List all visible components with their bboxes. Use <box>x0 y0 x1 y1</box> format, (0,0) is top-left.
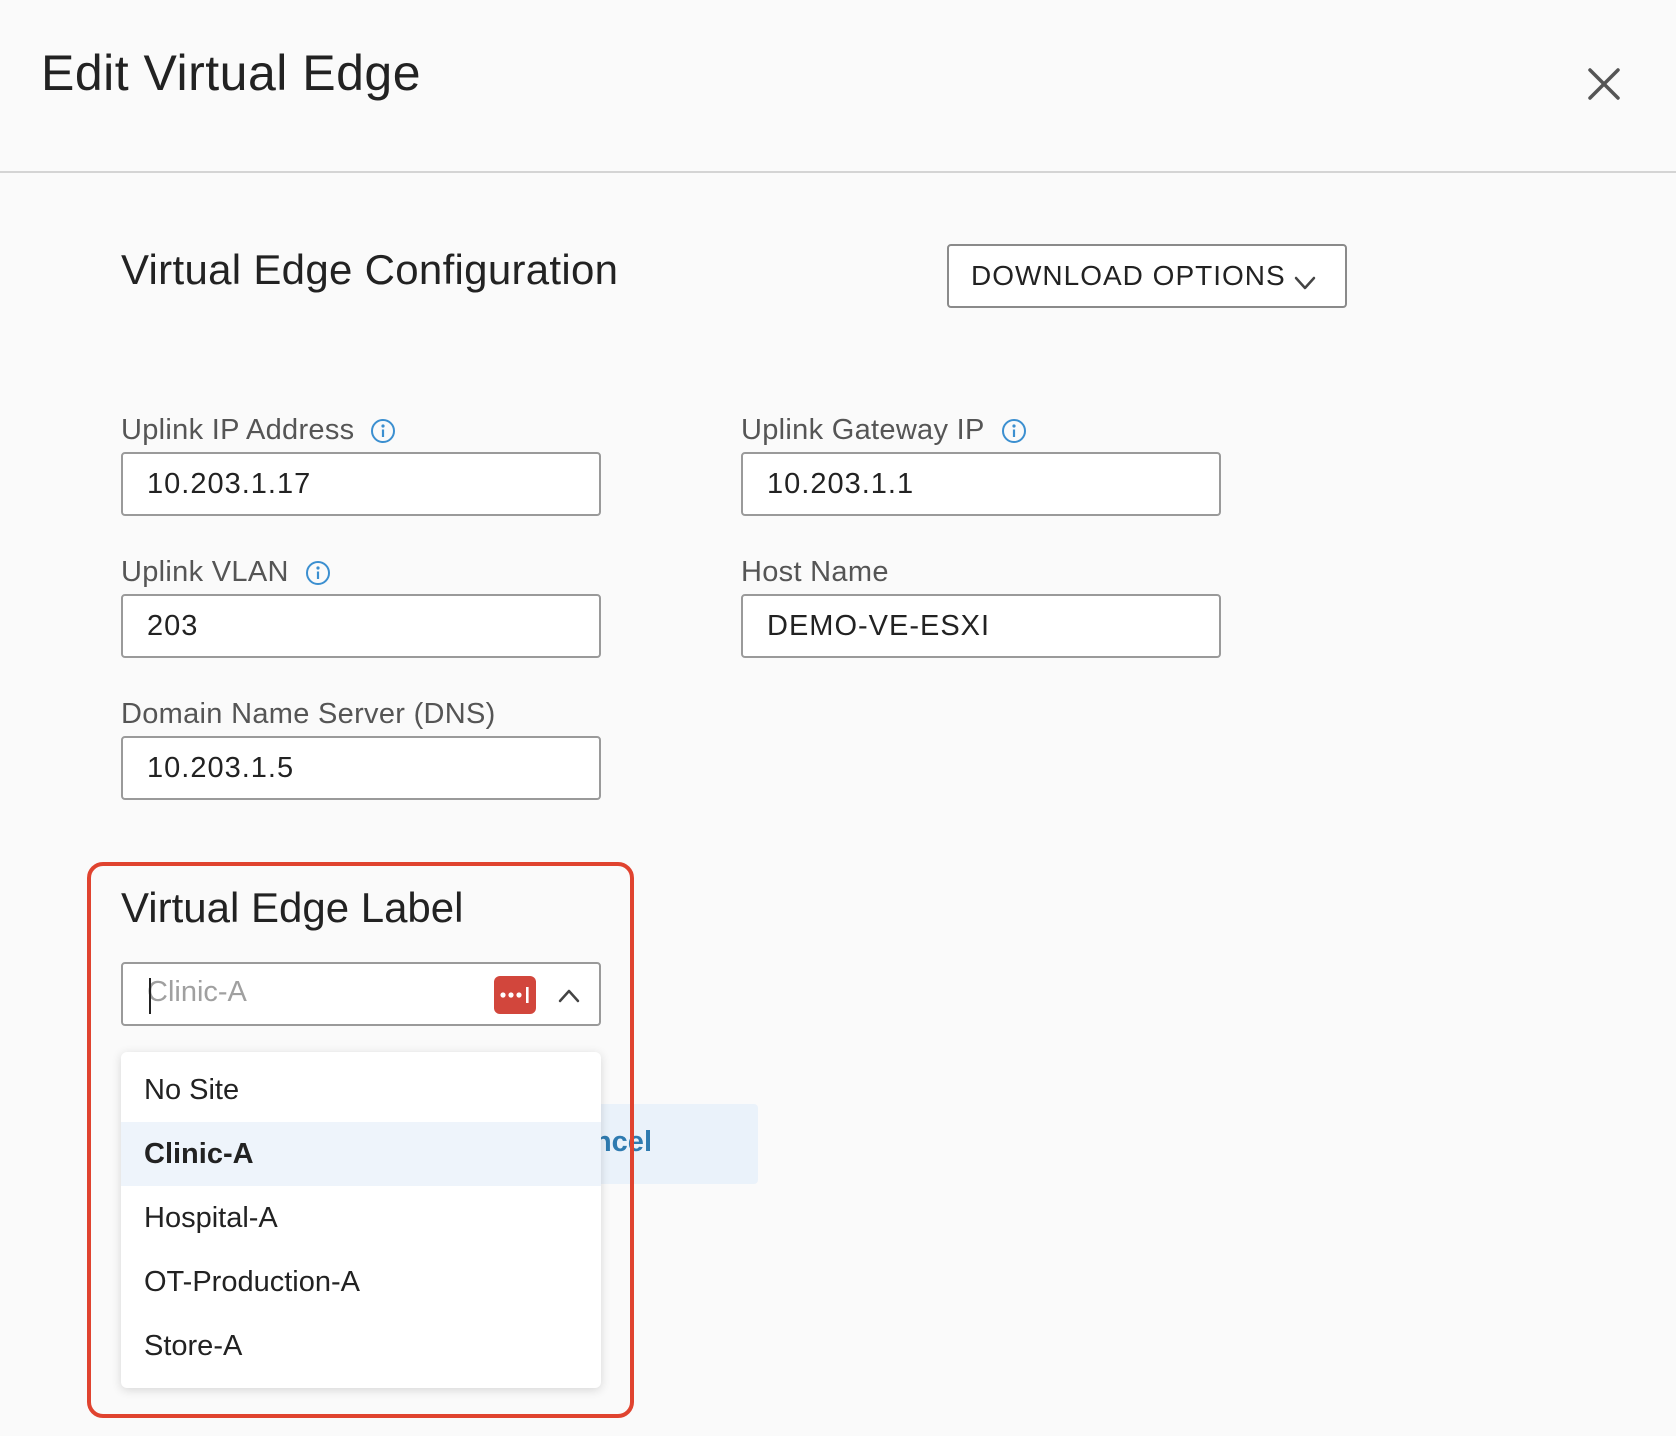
download-options-button[interactable]: DOWNLOAD OPTIONS <box>947 244 1347 308</box>
dropdown-option-ot-production-a[interactable]: OT-Production-A <box>121 1250 601 1314</box>
host-name-label: Host Name <box>741 556 889 589</box>
dns-input[interactable] <box>121 736 601 800</box>
label-select-placeholder: Clinic-A <box>147 976 247 1008</box>
modal-title: Edit Virtual Edge <box>41 45 422 101</box>
dropdown-option-hospital-a[interactable]: Hospital-A <box>121 1186 601 1250</box>
chevron-up-icon[interactable] <box>557 986 581 1006</box>
uplink-vlan-label-text: Uplink VLAN <box>121 556 289 588</box>
dropdown-option-no-site[interactable]: No Site <box>121 1058 601 1122</box>
info-icon[interactable] <box>1001 418 1027 444</box>
virtual-edge-label-select[interactable]: Clinic-A <box>121 962 601 1026</box>
uplink-ip-label-text: Uplink IP Address <box>121 414 355 446</box>
modal-header: Edit Virtual Edge <box>0 0 1676 173</box>
dropdown-option-clinic-a[interactable]: Clinic-A <box>121 1122 601 1186</box>
uplink-vlan-input[interactable] <box>121 594 601 658</box>
dropdown-option-store-a[interactable]: Store-A <box>121 1314 601 1378</box>
host-name-label-text: Host Name <box>741 556 889 588</box>
dns-label-text: Domain Name Server (DNS) <box>121 698 496 730</box>
uplink-ip-input[interactable] <box>121 452 601 516</box>
dns-label: Domain Name Server (DNS) <box>121 698 496 731</box>
section-title: Virtual Edge Configuration <box>121 246 619 293</box>
info-icon[interactable] <box>305 560 331 586</box>
label-dropdown-list: No Site Clinic-A Hospital-A OT-Productio… <box>121 1052 601 1388</box>
text-cursor <box>149 978 151 1014</box>
uplink-ip-label: Uplink IP Address <box>121 414 396 447</box>
download-options-label: DOWNLOAD OPTIONS <box>971 260 1286 291</box>
uplink-gateway-input[interactable] <box>741 452 1221 516</box>
virtual-edge-label-title: Virtual Edge Label <box>121 884 464 931</box>
uplink-gateway-label: Uplink Gateway IP <box>741 414 1027 447</box>
password-manager-icon[interactable] <box>494 976 536 1014</box>
info-icon[interactable] <box>370 418 396 444</box>
host-name-input[interactable] <box>741 594 1221 658</box>
chevron-down-icon <box>1293 268 1317 290</box>
uplink-gateway-label-text: Uplink Gateway IP <box>741 414 985 446</box>
uplink-vlan-label: Uplink VLAN <box>121 556 331 589</box>
close-icon[interactable] <box>1584 64 1624 104</box>
